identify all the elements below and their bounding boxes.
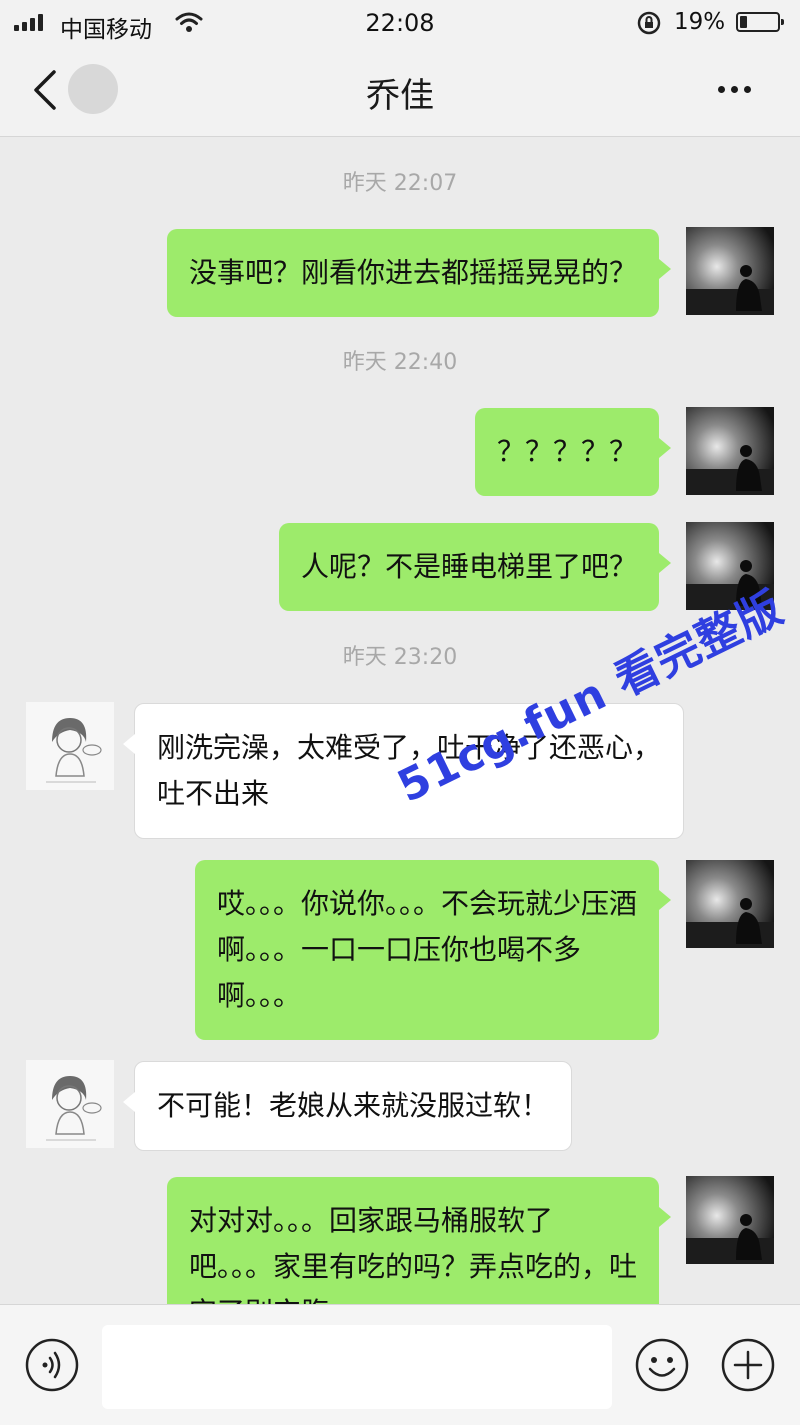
message-line: 不可能！老娘从来就没服过软！ [157, 1089, 550, 1122]
message-bubble-outgoing[interactable]: 对对对。。。回家跟马桶服软了 吧。。。家里有吃的吗？弄点吃的，吐 完了别空腹 [166, 1177, 672, 1304]
timestamp: 昨天 22:07 [342, 171, 458, 196]
message-input[interactable] [102, 1325, 612, 1409]
message-line: 啊。。。 [216, 979, 301, 1012]
battery-icon [736, 12, 784, 32]
chat-area[interactable]: 昨天 22:07 没事吧？刚看你进去都摇摇晃晃的？ 昨天 22:40 ？？？？？… [0, 137, 800, 1304]
message-line: 对对对。。。回家跟马桶服软了 [188, 1204, 553, 1237]
message-line: 吧。。。家里有吃的吗？弄点吃的，吐 [188, 1250, 637, 1283]
contact-avatar[interactable] [26, 1060, 114, 1148]
battery-fill [740, 16, 747, 28]
message-line: 哎。。。你说你。。。不会玩就少压酒 [216, 887, 637, 920]
message-line: 啊。。。一口一口压你也喝不多 [216, 933, 581, 966]
more-dots-icon[interactable] [718, 86, 751, 93]
message-line: ？？？？？ [496, 435, 637, 468]
chat-title: 乔佳 [366, 76, 434, 116]
message-line: 人呢？不是睡电梯里了吧？ [300, 550, 637, 583]
my-avatar[interactable] [686, 860, 774, 948]
voice-icon[interactable] [24, 1337, 80, 1397]
rotation-lock-icon [636, 10, 662, 40]
message-bubble-outgoing[interactable]: 没事吧？刚看你进去都摇摇晃晃的？ [166, 229, 672, 317]
message-line: 完了别空腹 [189, 1290, 637, 1304]
message-bubble-outgoing[interactable]: ？？？？？ [474, 408, 672, 496]
message-bubble-outgoing[interactable]: 人呢？不是睡电梯里了吧？ [278, 523, 672, 611]
emoji-icon[interactable] [634, 1337, 690, 1397]
nav-bar: 乔佳 [0, 46, 800, 137]
status-bar: 中国移动 22:08 19% [0, 0, 800, 46]
plus-icon[interactable] [720, 1337, 776, 1397]
message-bubble-outgoing[interactable]: 哎。。。你说你。。。不会玩就少压酒 啊。。。一口一口压你也喝不多 啊。。。 [194, 860, 672, 1040]
message-bubble-incoming[interactable]: 不可能！老娘从来就没服过软！ [122, 1061, 573, 1151]
timestamp: 昨天 22:40 [342, 350, 458, 375]
my-avatar[interactable] [686, 227, 774, 315]
contact-avatar[interactable] [26, 702, 114, 790]
input-bar [0, 1304, 800, 1425]
my-avatar[interactable] [686, 1176, 774, 1264]
message-line: 没事吧？刚看你进去都摇摇晃晃的？ [188, 256, 637, 289]
battery-percent: 19% [674, 9, 726, 35]
my-avatar[interactable] [686, 407, 774, 495]
